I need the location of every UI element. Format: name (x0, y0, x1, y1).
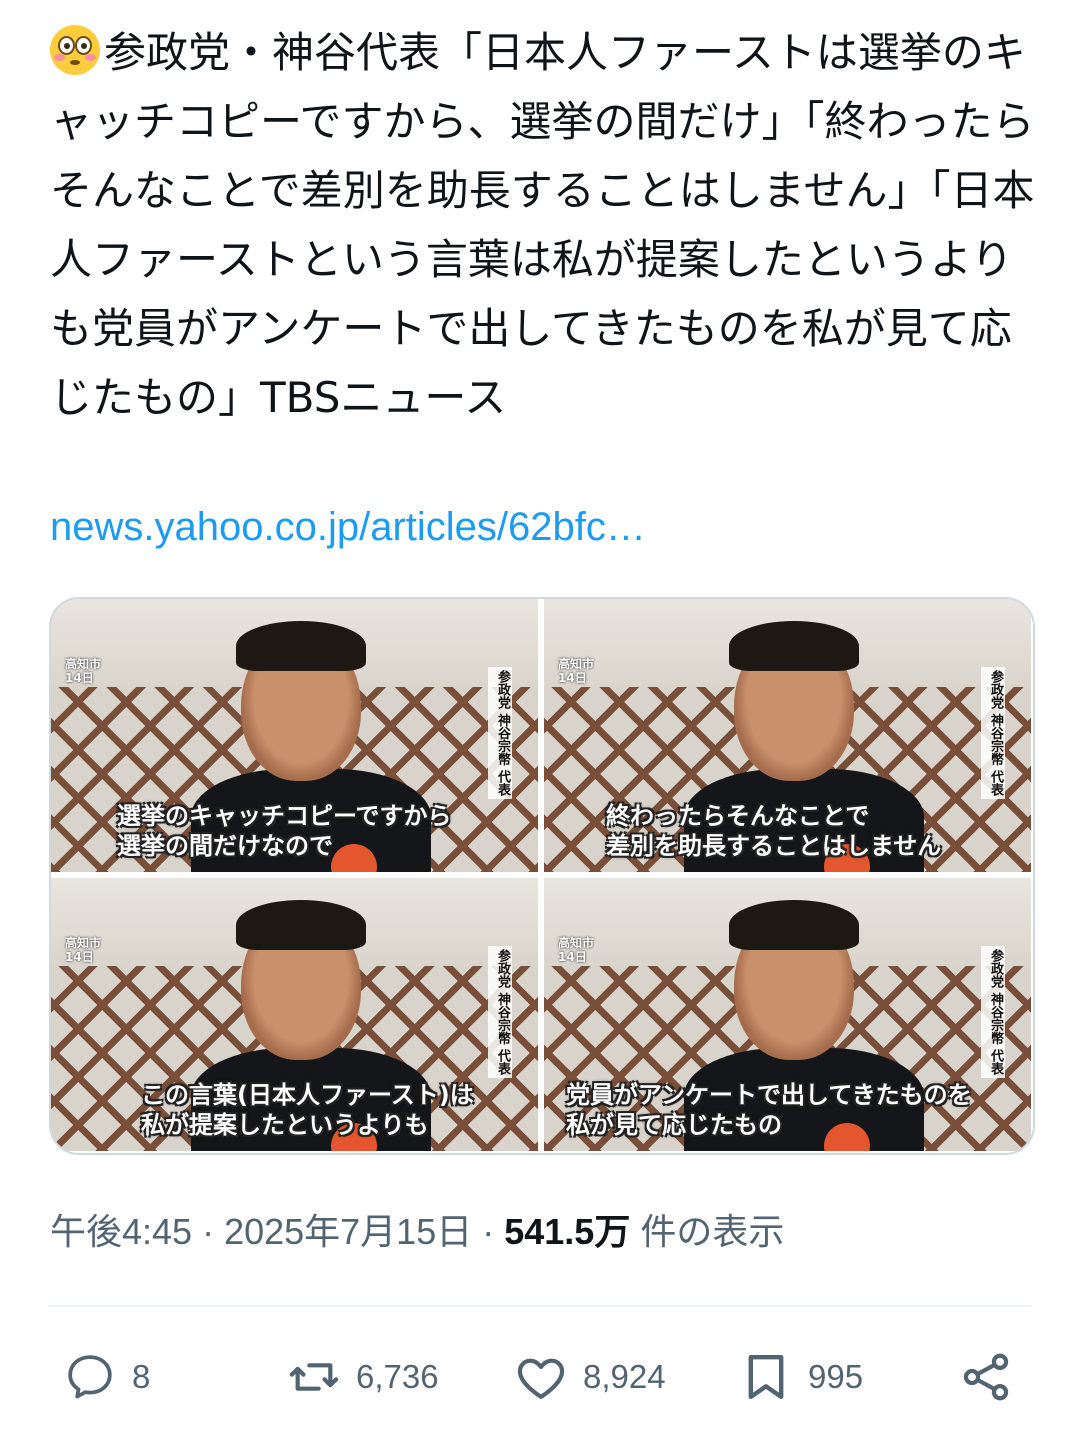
article-link[interactable]: news.yahoo.co.jp/articles/62bfc… (50, 505, 646, 550)
like-button[interactable]: 8,924 (513, 1342, 666, 1412)
reply-icon (68, 1355, 112, 1399)
retweet-count: 6,736 (356, 1358, 439, 1395)
video-frame-4[interactable]: 高知市 14日 参政党 神谷宗幣 代表 党員がアンケートで出してきたものを 私が… (544, 878, 1031, 1151)
subtitle-caption: 選挙のキャッチコピーですから 選挙の間だけなので (117, 802, 452, 860)
speaker-label: 参政党 神谷宗幣 代表 (488, 667, 512, 800)
speaker-label: 参政党 神谷宗幣 代表 (981, 946, 1005, 1079)
view-count: 541.5万 (504, 1211, 631, 1252)
video-frame-2[interactable]: 高知市 14日 参政党 神谷宗幣 代表 終わったらそんなことで 差別を助長するこ… (544, 599, 1031, 872)
location-label: 高知市 14日 (558, 936, 595, 964)
subtitle-caption: この言葉(日本人ファースト)は 私が提案したというよりも (141, 1081, 474, 1139)
bookmark-icon (748, 1354, 784, 1400)
view-label: 件の表示 (630, 1211, 785, 1252)
location-label: 高知市 14日 (65, 936, 102, 964)
reply-button[interactable]: 8 (62, 1342, 150, 1412)
post-date[interactable]: 2025年7月15日 (224, 1211, 472, 1252)
speaker-label: 参政党 神谷宗幣 代表 (488, 946, 512, 1079)
tweet-body: 参政党・神谷代表「日本人ファーストは選挙のキャッチコピーですから、選挙の間だけ」… (50, 28, 1035, 422)
video-frame-3[interactable]: 高知市 14日 参政党 神谷宗幣 代表 この言葉(日本人ファースト)は 私が提案… (51, 878, 538, 1151)
reply-count: 8 (132, 1358, 151, 1395)
divider (48, 1305, 1032, 1307)
share-button[interactable] (958, 1342, 1028, 1412)
action-bar: 8 6,736 8,924 995 (0, 1342, 1080, 1412)
tweet-text: 参政党・神谷代表「日本人ファーストは選挙のキャッチコピーですから、選挙の間だけ」… (50, 18, 1040, 432)
retweet-icon (289, 1363, 339, 1391)
subtitle-caption: 党員がアンケートで出してきたものを 私が見て応じたもの (566, 1081, 972, 1139)
media-grid[interactable]: 高知市 14日 参政党 神谷宗幣 代表 選挙のキャッチコピーですから 選挙の間だ… (49, 597, 1035, 1155)
like-count: 8,924 (583, 1358, 666, 1395)
tweet-meta: 午後4:45 · 2025年7月15日 · 541.5万 件の表示 (50, 1211, 785, 1252)
bookmark-button[interactable]: 995 (738, 1342, 863, 1412)
bookmark-count: 995 (808, 1358, 864, 1395)
flushed-face-icon (50, 25, 100, 75)
retweet-button[interactable]: 6,736 (286, 1342, 439, 1412)
share-icon (963, 1353, 1009, 1401)
speaker-label: 参政党 神谷宗幣 代表 (981, 667, 1005, 800)
subtitle-caption: 終わったらそんなことで 差別を助長することはしません (606, 802, 942, 860)
post-time[interactable]: 午後4:45 (50, 1211, 192, 1252)
location-label: 高知市 14日 (65, 657, 102, 685)
location-label: 高知市 14日 (558, 657, 595, 685)
video-frame-1[interactable]: 高知市 14日 参政党 神谷宗幣 代表 選挙のキャッチコピーですから 選挙の間だ… (51, 599, 538, 872)
heart-icon (517, 1358, 565, 1399)
